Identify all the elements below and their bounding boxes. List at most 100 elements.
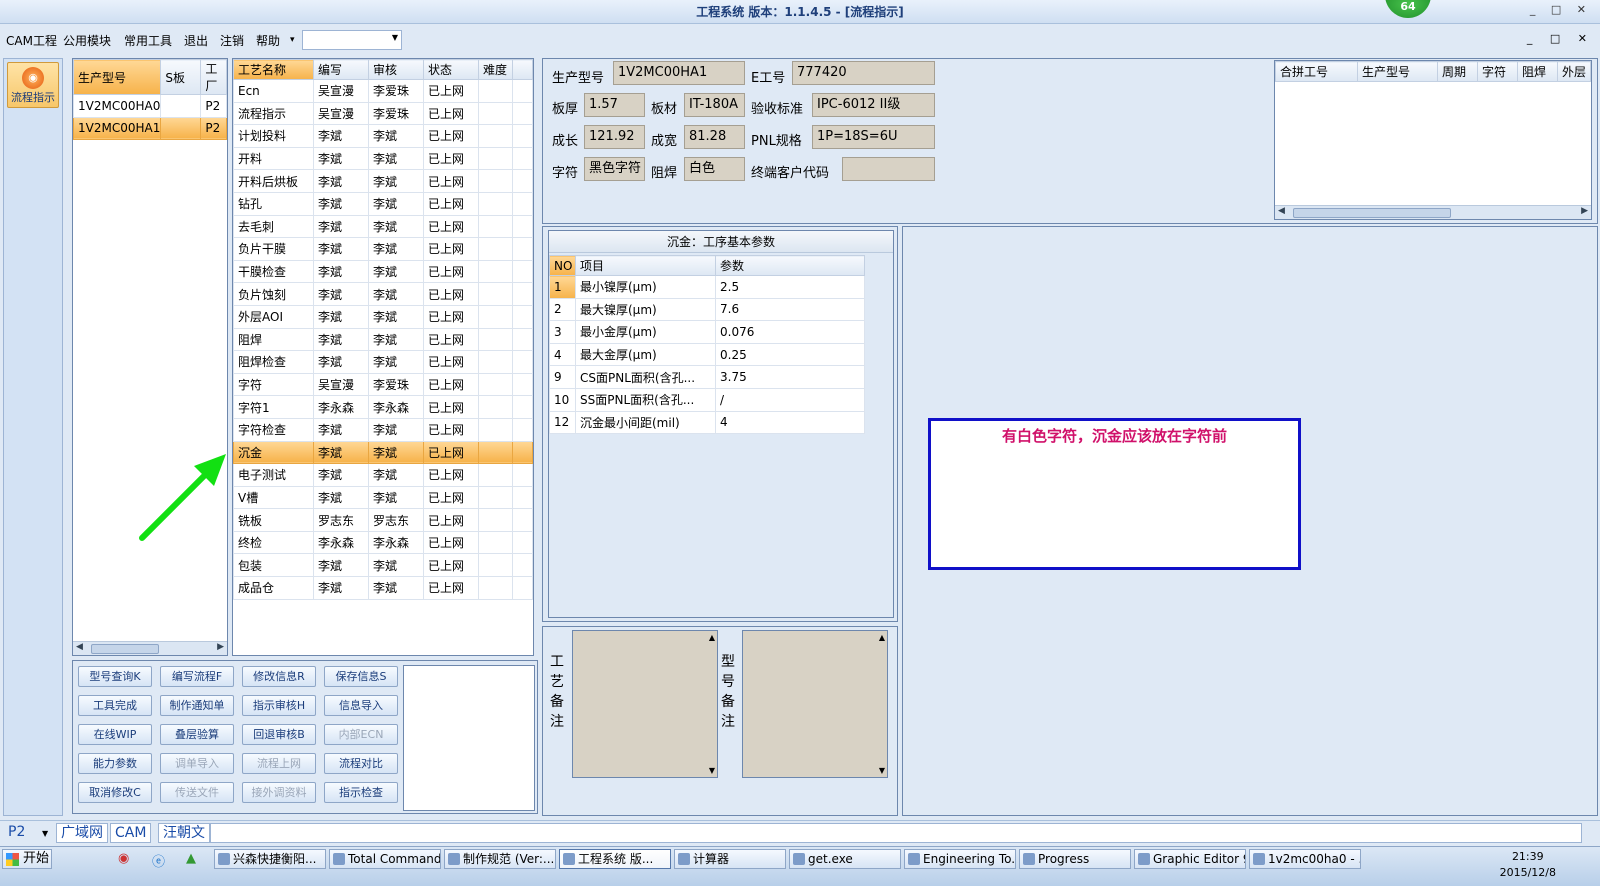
model-list-hscroll[interactable]: ◀ ▶ <box>73 641 227 655</box>
action-button[interactable]: 调单导入 <box>160 753 234 774</box>
action-button[interactable]: 传送文件 <box>160 782 234 803</box>
table-row[interactable]: 10 SS面PNL面积(含孔... / <box>549 387 865 412</box>
scroll-thumb[interactable] <box>91 644 159 654</box>
table-row[interactable]: 去毛刺 李斌 李斌 已上网 <box>233 214 533 239</box>
taskbar-button[interactable]: 工程系统 版... <box>559 849 671 869</box>
menu-more-icon[interactable]: ▾ <box>290 35 295 45</box>
field-pnl[interactable]: 1P=18S=6U <box>812 125 935 149</box>
action-button[interactable]: 内部ECN <box>324 724 398 745</box>
action-button[interactable]: 流程上网 <box>242 753 316 774</box>
col-combine-mask[interactable]: 阻焊 <box>1517 61 1558 82</box>
table-row[interactable]: 字符 吴宣漫 李爱珠 已上网 <box>233 372 533 397</box>
table-row[interactable]: 负片干膜 李斌 李斌 已上网 <box>233 237 533 261</box>
table-row[interactable]: 计划投料 李斌 李斌 已上网 <box>233 124 533 148</box>
table-row[interactable]: 外层AOI 李斌 李斌 已上网 <box>233 304 533 329</box>
scroll-right-icon[interactable]: ▶ <box>217 642 224 652</box>
col-author[interactable]: 编写 <box>313 59 369 80</box>
col-item[interactable]: 项目 <box>575 255 716 276</box>
table-row[interactable]: 阻焊 李斌 李斌 已上网 <box>233 327 533 352</box>
field-standard[interactable]: IPC-6012 II级 <box>812 93 935 117</box>
col-combine-outer[interactable]: 外层 <box>1557 61 1591 82</box>
table-row[interactable]: 12 沉金最小间距(mil) 4 <box>549 410 865 435</box>
menu-dropdown[interactable]: ▼ <box>302 30 402 50</box>
table-row[interactable]: 字符1 李永森 李永森 已上网 <box>233 395 533 419</box>
menu-cam[interactable]: CAM工程 <box>6 32 57 49</box>
action-button[interactable]: 取消修改C <box>78 782 152 803</box>
col-param[interactable]: 参数 <box>715 255 865 276</box>
col-model[interactable]: 生产型号 <box>72 59 162 95</box>
menu-logout[interactable]: 注销 <box>220 32 244 49</box>
action-button[interactable]: 编写流程F <box>160 666 234 687</box>
table-row[interactable]: 开料 李斌 李斌 已上网 <box>233 146 533 171</box>
menu-common-module[interactable]: 公用模块 <box>63 32 111 49</box>
mdi-window-controls[interactable]: _ □ ✕ <box>1527 32 1594 45</box>
taskbar-button[interactable]: get.exe <box>789 849 901 869</box>
taskbar-button[interactable]: Graphic Editor 9... <box>1134 849 1246 869</box>
scroll-left-icon[interactable]: ◀ <box>76 642 83 652</box>
action-button[interactable]: 能力参数 <box>78 753 152 774</box>
flow-indicator-button[interactable]: ◉ 流程指示 <box>7 62 59 108</box>
table-row[interactable]: 沉金 李斌 李斌 已上网 <box>233 440 533 465</box>
action-button[interactable]: 型号查询K <box>78 666 152 687</box>
action-button[interactable]: 信息导入 <box>324 695 398 716</box>
action-button[interactable]: 回退审核B <box>242 724 316 745</box>
col-difficulty[interactable]: 难度 <box>478 59 513 80</box>
menu-tools[interactable]: 常用工具 <box>124 32 172 49</box>
table-row[interactable]: 铣板 罗志东 罗志东 已上网 <box>233 508 533 532</box>
scroll-down-icon[interactable]: ▼ <box>879 766 885 775</box>
taskbar-button[interactable]: 1v2mc00ha0 - ... <box>1249 849 1361 869</box>
action-button[interactable]: 保存信息S <box>324 666 398 687</box>
action-button[interactable]: 接外调资料 <box>242 782 316 803</box>
menu-help[interactable]: 帮助 <box>256 32 280 49</box>
scroll-down-icon[interactable]: ▼ <box>709 766 715 775</box>
field-thickness[interactable]: 1.57 <box>584 93 645 117</box>
field-char[interactable]: 黑色字符 <box>584 157 645 181</box>
ie-icon[interactable]: ⓔ <box>152 851 165 870</box>
field-width[interactable]: 81.28 <box>684 125 745 149</box>
field-mask[interactable]: 白色 <box>684 157 745 181</box>
start-button[interactable]: 开始 <box>2 849 52 869</box>
window-controls[interactable]: _ □ ✕ <box>1530 3 1592 16</box>
taskbar-button[interactable]: 兴森快捷衡阳... <box>214 849 326 869</box>
table-row[interactable]: 2 最大镍厚(μm) 7.6 <box>549 297 865 322</box>
system-clock[interactable]: 21:39 2015/12/8 <box>1500 849 1556 881</box>
taskbar-button[interactable]: Total Command... <box>329 849 441 869</box>
action-button[interactable]: 修改信息R <box>242 666 316 687</box>
action-button[interactable]: 指示审核H <box>242 695 316 716</box>
field-material[interactable]: IT-180A <box>684 93 745 117</box>
table-row-selected[interactable]: 1V2MC00HA1 P2 <box>72 116 227 141</box>
app-icon[interactable]: ▲ <box>186 851 196 866</box>
col-combine-char[interactable]: 字符 <box>1477 61 1518 82</box>
field-customer-code[interactable] <box>842 157 935 181</box>
col-process-name[interactable]: 工艺名称 <box>233 59 314 80</box>
table-row[interactable]: 9 CS面PNL面积(含孔... 3.75 <box>549 365 865 389</box>
process-remark-field[interactable]: ▲ ▼ <box>572 630 718 778</box>
taskbar-button[interactable]: Progress <box>1019 849 1131 869</box>
action-button[interactable]: 叠层验算 <box>160 724 234 745</box>
table-row[interactable]: 钻孔 李斌 李斌 已上网 <box>233 191 533 216</box>
scroll-up-icon[interactable]: ▲ <box>709 633 715 642</box>
menu-exit[interactable]: 退出 <box>184 32 208 49</box>
table-row[interactable]: 1V2MC00HA0 P2 <box>72 94 227 118</box>
taskbar-button[interactable]: 计算器 <box>674 849 786 869</box>
col-reviewer[interactable]: 审核 <box>368 59 424 80</box>
table-row[interactable]: 3 最小金厚(μm) 0.076 <box>549 320 865 344</box>
table-row[interactable]: 电子测试 李斌 李斌 已上网 <box>233 463 533 487</box>
action-button[interactable]: 指示检查 <box>324 782 398 803</box>
table-row[interactable]: V槽 李斌 李斌 已上网 <box>233 485 533 510</box>
table-row[interactable]: 4 最大金厚(μm) 0.25 <box>549 342 865 367</box>
table-row[interactable]: Ecn 吴宣漫 李爱珠 已上网 <box>233 79 533 103</box>
chrome-icon[interactable]: ◉ <box>118 851 129 866</box>
col-no[interactable]: NO <box>549 255 576 276</box>
col-factory[interactable]: 工厂 <box>200 59 227 95</box>
taskbar-button[interactable]: Engineering To... <box>904 849 1016 869</box>
field-model[interactable]: 1V2MC00HA1 <box>613 61 745 85</box>
scroll-up-icon[interactable]: ▲ <box>879 633 885 642</box>
col-combine-period[interactable]: 周期 <box>1437 61 1478 82</box>
scroll-left-icon[interactable]: ◀ <box>1278 206 1285 216</box>
model-remark-field[interactable]: ▲ ▼ <box>742 630 888 778</box>
table-row[interactable]: 负片蚀刻 李斌 李斌 已上网 <box>233 282 533 306</box>
table-row[interactable]: 成品仓 李斌 李斌 已上网 <box>233 576 533 600</box>
scroll-right-icon[interactable]: ▶ <box>1581 206 1588 216</box>
col-combine-model[interactable]: 生产型号 <box>1357 61 1438 82</box>
